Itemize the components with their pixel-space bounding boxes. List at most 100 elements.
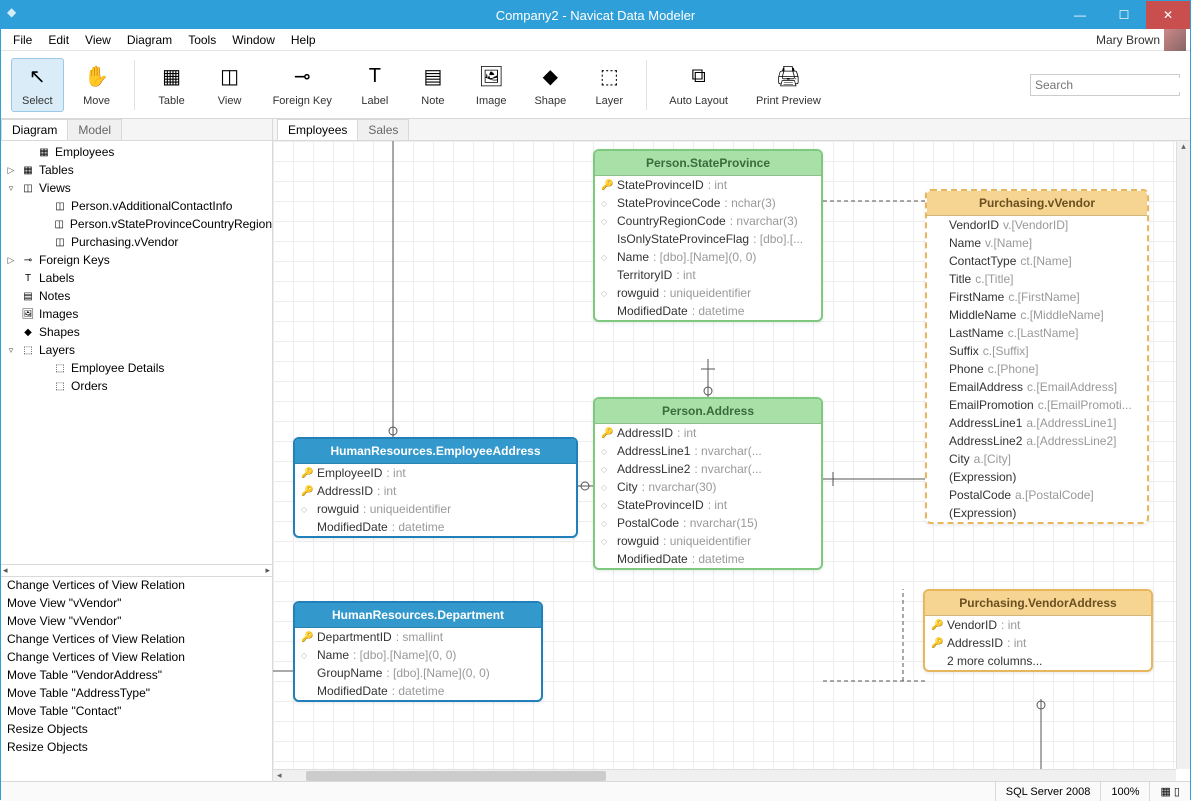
column-row[interactable]: ◇Name: [dbo].[Name](0, 0) [295,646,541,664]
column-row[interactable]: 🔑EmployeeID: int [295,464,576,482]
column-row[interactable]: ModifiedDate: datetime [595,302,821,320]
history-item[interactable]: Resize Objects [1,739,272,757]
column-row[interactable]: ModifiedDate: datetime [295,518,576,536]
column-row[interactable]: ◇StateProvinceID: int [595,496,821,514]
column-row[interactable]: EmailPromotion c.[EmailPromoti... [927,396,1147,414]
menu-tools[interactable]: Tools [180,31,224,49]
tree-item[interactable]: 🖼Images [1,305,272,323]
tree-item[interactable]: ▤Notes [1,287,272,305]
menu-help[interactable]: Help [283,31,324,49]
history-item[interactable]: Move Table "Contact" [1,703,272,721]
entity-dept[interactable]: HumanResources.Department🔑DepartmentID: … [293,601,543,702]
tool-shape[interactable]: ◆Shape [524,59,576,111]
column-row[interactable]: 🔑AddressID: int [595,424,821,442]
column-row[interactable]: ◇rowguid: uniqueidentifier [595,284,821,302]
tool-view[interactable]: ◫View [205,59,255,111]
v-scrollbar[interactable]: ▴ [1176,141,1190,769]
tree-item[interactable]: ◫Person.vAdditionalContactInfo [1,197,272,215]
column-row[interactable]: ◇StateProvinceCode: nchar(3) [595,194,821,212]
column-row[interactable]: FirstName c.[FirstName] [927,288,1147,306]
history-item[interactable]: Resize Objects [1,721,272,739]
column-row[interactable]: GroupName: [dbo].[Name](0, 0) [295,664,541,682]
column-row[interactable]: MiddleName c.[MiddleName] [927,306,1147,324]
column-row[interactable]: 🔑AddressID: int [925,634,1151,652]
history-item[interactable]: Move Table "VendorAddress" [1,667,272,685]
column-row[interactable]: ◇City: nvarchar(30) [595,478,821,496]
tree-item[interactable]: ▷▦Tables [1,161,272,179]
column-row[interactable]: Suffix c.[Suffix] [927,342,1147,360]
entity-address[interactable]: Person.Address🔑AddressID: int◇AddressLin… [593,397,823,570]
tool-move[interactable]: ✋Move [72,59,122,111]
entity-header[interactable]: Person.Address [595,399,821,424]
column-row[interactable]: ◇Name: [dbo].[Name](0, 0) [595,248,821,266]
history-item[interactable]: Change Vertices of View Relation [1,649,272,667]
menu-edit[interactable]: Edit [40,31,77,49]
canvas-tab-sales[interactable]: Sales [357,119,409,140]
tool-print-preview[interactable]: 🖨Print Preview [746,59,831,111]
column-row[interactable]: ◇PostalCode: nvarchar(15) [595,514,821,532]
entity-header[interactable]: Purchasing.vVendor [927,191,1147,216]
column-row[interactable]: 🔑VendorID: int [925,616,1151,634]
history-item[interactable]: Change Vertices of View Relation [1,577,272,595]
column-row[interactable]: TerritoryID: int [595,266,821,284]
minimize-button[interactable]: — [1058,1,1102,29]
status-view-icons[interactable]: ▦ ▯ [1149,782,1190,801]
column-row[interactable]: Name v.[Name] [927,234,1147,252]
column-row[interactable]: ◇AddressLine2: nvarchar(... [595,460,821,478]
tool-image[interactable]: 🖼Image [466,59,517,111]
entity-header[interactable]: HumanResources.Department [295,603,541,628]
tool-table[interactable]: ▦Table [147,59,197,111]
user-name[interactable]: Mary Brown [1092,33,1164,47]
column-row[interactable]: City a.[City] [927,450,1147,468]
history-item[interactable]: Move Table "AddressType" [1,685,272,703]
column-row[interactable]: AddressLine2 a.[AddressLine2] [927,432,1147,450]
tree-item[interactable]: ⬚Orders [1,377,272,395]
avatar[interactable] [1164,29,1186,51]
sidebar-tab-model[interactable]: Model [67,119,122,140]
history-item[interactable]: Move View "vVendor" [1,613,272,631]
tool-select[interactable]: ↖Select [11,58,64,112]
history-item[interactable]: Move View "vVendor" [1,595,272,613]
column-row[interactable]: ContactType ct.[Name] [927,252,1147,270]
column-row[interactable]: 🔑AddressID: int [295,482,576,500]
tree-item[interactable]: ▿◫Views [1,179,272,197]
column-row[interactable]: VendorID v.[VendorID] [927,216,1147,234]
entity-vvendor[interactable]: Purchasing.vVendorVendorID v.[VendorID]N… [925,189,1149,524]
history-item[interactable]: Change Vertices of View Relation [1,631,272,649]
search-input[interactable]: 🔍 [1030,74,1180,96]
column-row[interactable]: ModifiedDate: datetime [595,550,821,568]
column-row[interactable]: (Expression) [927,504,1147,522]
h-scrollbar[interactable]: ◂ [273,769,1176,781]
tool-note[interactable]: ▤Note [408,59,458,111]
column-row[interactable]: Phone c.[Phone] [927,360,1147,378]
menu-file[interactable]: File [5,31,40,49]
column-row[interactable]: 🔑StateProvinceID: int [595,176,821,194]
column-row[interactable]: ◇rowguid: uniqueidentifier [295,500,576,518]
column-row[interactable]: ◇rowguid: uniqueidentifier [595,532,821,550]
tree-item[interactable]: ◆Shapes [1,323,272,341]
close-button[interactable]: ✕ [1146,1,1190,29]
entity-header[interactable]: Purchasing.VendorAddress [925,591,1151,616]
column-row[interactable]: ◇CountryRegionCode: nvarchar(3) [595,212,821,230]
menu-view[interactable]: View [77,31,119,49]
column-row[interactable]: (Expression) [927,468,1147,486]
column-row[interactable]: LastName c.[LastName] [927,324,1147,342]
canvas[interactable]: ▴ ◂ Person.StateProvince🔑StateProvinceID… [273,141,1190,781]
tree-item[interactable]: ▦Employees [1,143,272,161]
tool-layer[interactable]: ⬚Layer [584,59,634,111]
column-row[interactable]: ◇AddressLine1: nvarchar(... [595,442,821,460]
column-row[interactable]: 🔑DepartmentID: smallint [295,628,541,646]
canvas-tab-employees[interactable]: Employees [277,119,358,140]
tool-auto-layout[interactable]: ⧉Auto Layout [659,59,738,111]
column-row[interactable]: ModifiedDate: datetime [295,682,541,700]
column-row[interactable]: PostalCode a.[PostalCode] [927,486,1147,504]
tree-item[interactable]: TLabels [1,269,272,287]
column-row[interactable]: Title c.[Title] [927,270,1147,288]
tree-item[interactable]: ⬚Employee Details [1,359,272,377]
entity-stateprov[interactable]: Person.StateProvince🔑StateProvinceID: in… [593,149,823,322]
tree-item[interactable]: ◫Person.vStateProvinceCountryRegion [1,215,272,233]
entity-header[interactable]: Person.StateProvince [595,151,821,176]
tool-foreign-key[interactable]: ⊸Foreign Key [263,59,342,111]
tree-item[interactable]: ▷⊸Foreign Keys [1,251,272,269]
entity-vendaddr[interactable]: Purchasing.VendorAddress🔑VendorID: int🔑A… [923,589,1153,672]
